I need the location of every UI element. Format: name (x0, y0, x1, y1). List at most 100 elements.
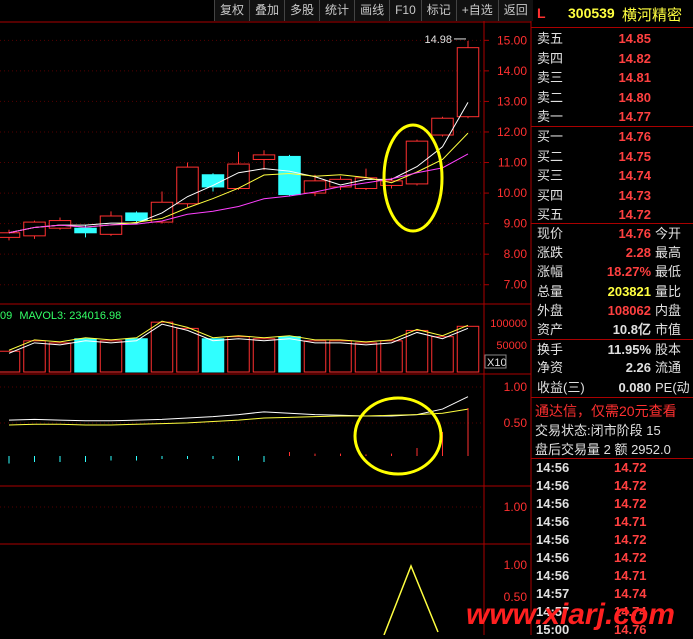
stat-value: 10.8亿 (612, 322, 651, 337)
tick-row: 14:56 14.72 (531, 495, 693, 513)
candle-body (125, 212, 148, 222)
sell-row[interactable]: 卖二 14.80 (531, 88, 693, 107)
stat-row: 涨跌 2.28 最高 (531, 243, 693, 262)
stat-row: 现价 14.76 今开 (531, 224, 693, 243)
indicator-line-white (8, 396, 469, 422)
stat-value: 203821 (607, 283, 651, 299)
tick-row: 14:56 14.72 (531, 549, 693, 567)
buy-row[interactable]: 买三 14.74 (531, 166, 693, 185)
stat-label: 涨幅 (537, 264, 564, 280)
draw-line-button[interactable]: 画线 (354, 0, 390, 21)
stats-button[interactable]: 统计 (319, 0, 355, 21)
chart-toolbar: 复权 叠加 多股 统计 画线 F10 标记 +自选 返回 (214, 0, 533, 22)
stat-value: 18.27% (606, 264, 651, 280)
overlay-button[interactable]: 叠加 (249, 0, 285, 21)
stat-label2: PE(动 (655, 379, 690, 395)
tick-time: 14:56 (536, 496, 570, 511)
sell-row[interactable]: 卖四 14.82 (531, 49, 693, 68)
volume-axis-label: 50000 (496, 340, 527, 352)
buy-label: 买三 (537, 168, 564, 183)
sell-price: 14.80 (618, 89, 651, 105)
stat-row: 资产 10.8亿 市值 (531, 320, 693, 339)
mark-button[interactable]: 标记 (420, 0, 456, 21)
buy-row[interactable]: 买二 14.75 (531, 147, 693, 166)
sell-row[interactable]: 卖五 14.85 (531, 29, 693, 48)
sell-row[interactable]: 卖三 14.81 (531, 68, 693, 87)
volume-bar (125, 338, 148, 373)
tick-price: 14.72 (614, 460, 647, 475)
stat-row: 换手 11.95% 股本 (531, 339, 693, 359)
trade-status: 交易状态:闭市阶段 15 (535, 423, 661, 438)
volume-bar (380, 340, 403, 373)
stat-label: 涨跌 (537, 245, 564, 261)
sell-row[interactable]: 卖一 14.77 (531, 107, 693, 126)
stat-label2: 最低 (655, 264, 682, 280)
buy-row[interactable]: 买四 14.73 (531, 186, 693, 205)
buy-row[interactable]: 买五 14.72 (531, 205, 693, 224)
tick-time: 14:56 (536, 514, 570, 529)
stat-label: 总量 (537, 283, 564, 299)
tick-price: 14.72 (614, 550, 647, 565)
multi-stock-button[interactable]: 多股 (284, 0, 320, 21)
sell-label: 卖四 (537, 50, 564, 66)
stat-value: 11.95% (607, 342, 651, 358)
volume-bar (227, 336, 250, 373)
stat-value: 0.080 (618, 379, 651, 395)
volume-bar (99, 340, 123, 373)
buy-label: 买二 (537, 148, 564, 164)
stat-label: 外盘 (537, 302, 564, 318)
buy-row[interactable]: 买一 14.76 (531, 127, 693, 146)
indicator-line-yellow (8, 408, 469, 426)
highlight-ellipse-indicator (353, 396, 443, 476)
stock-name: 横河精密 (622, 7, 683, 24)
indicator-axis-label: 1.00 (504, 380, 528, 394)
back-button[interactable]: 返回 (497, 0, 533, 21)
stat-label2: 股本 (655, 342, 682, 358)
volume-unit-label: X10 (487, 357, 507, 369)
volume-bar (0, 350, 21, 373)
tick-time: 14:56 (536, 460, 570, 475)
high-price-annotation: 14.98 (424, 34, 452, 46)
stat-value: 14.76 (618, 226, 651, 241)
buy-price: 14.73 (618, 187, 651, 203)
tick-row: 14:56 14.72 (531, 531, 693, 549)
fq-button[interactable]: 复权 (214, 0, 250, 21)
stock-code: 300539 (568, 5, 615, 21)
tick-row: 14:56 14.71 (531, 513, 693, 531)
price-axis-label: 8.00 (504, 247, 528, 261)
tick-time: 14:56 (536, 532, 570, 547)
candle-body (456, 47, 480, 118)
candle-body (278, 155, 301, 196)
tick-time: 14:56 (536, 550, 570, 565)
indicator-axis-label: 0.50 (504, 416, 528, 430)
sell-price: 14.85 (618, 31, 651, 46)
price-axis-label: 13.00 (497, 94, 527, 108)
buy-label: 买一 (537, 129, 564, 144)
candle-body (431, 117, 454, 136)
buy-label: 买五 (537, 207, 564, 222)
buy-price: 14.74 (618, 168, 651, 183)
volume-indicator-label: 09 MAVOL3: 234016.98 (0, 310, 121, 322)
stat-label: 资产 (537, 322, 564, 337)
mavol-value: MAVOL3: 234016.98 (19, 310, 122, 322)
price-axis-label: 12.00 (497, 125, 527, 139)
volume-bar (74, 338, 97, 373)
ad-text[interactable]: 通达信，仅需20元查看 (535, 401, 677, 421)
price-axis-label: 7.00 (504, 278, 528, 292)
ad-banner[interactable]: 通达信，仅需20元查看 (531, 397, 693, 420)
volume-label-prefix: 09 (0, 310, 13, 322)
volume-bar (456, 325, 480, 373)
stat-label2: 最高 (655, 245, 682, 261)
volume-bar (405, 329, 429, 373)
buy-label: 买四 (537, 187, 564, 203)
panel4-axis-label: 1.00 (504, 558, 528, 572)
add-watchlist-button[interactable]: +自选 (455, 0, 498, 21)
candle-body (252, 154, 276, 160)
f10-button[interactable]: F10 (389, 0, 421, 21)
stat-row: 涨幅 18.27% 最低 (531, 262, 693, 281)
price-axis-label: 11.00 (498, 156, 527, 170)
price-axis-label: 10.00 (497, 186, 527, 200)
tick-time: 14:56 (536, 568, 570, 583)
volume-axis-label: 100000 (490, 318, 527, 330)
buy-price: 14.75 (618, 148, 651, 164)
